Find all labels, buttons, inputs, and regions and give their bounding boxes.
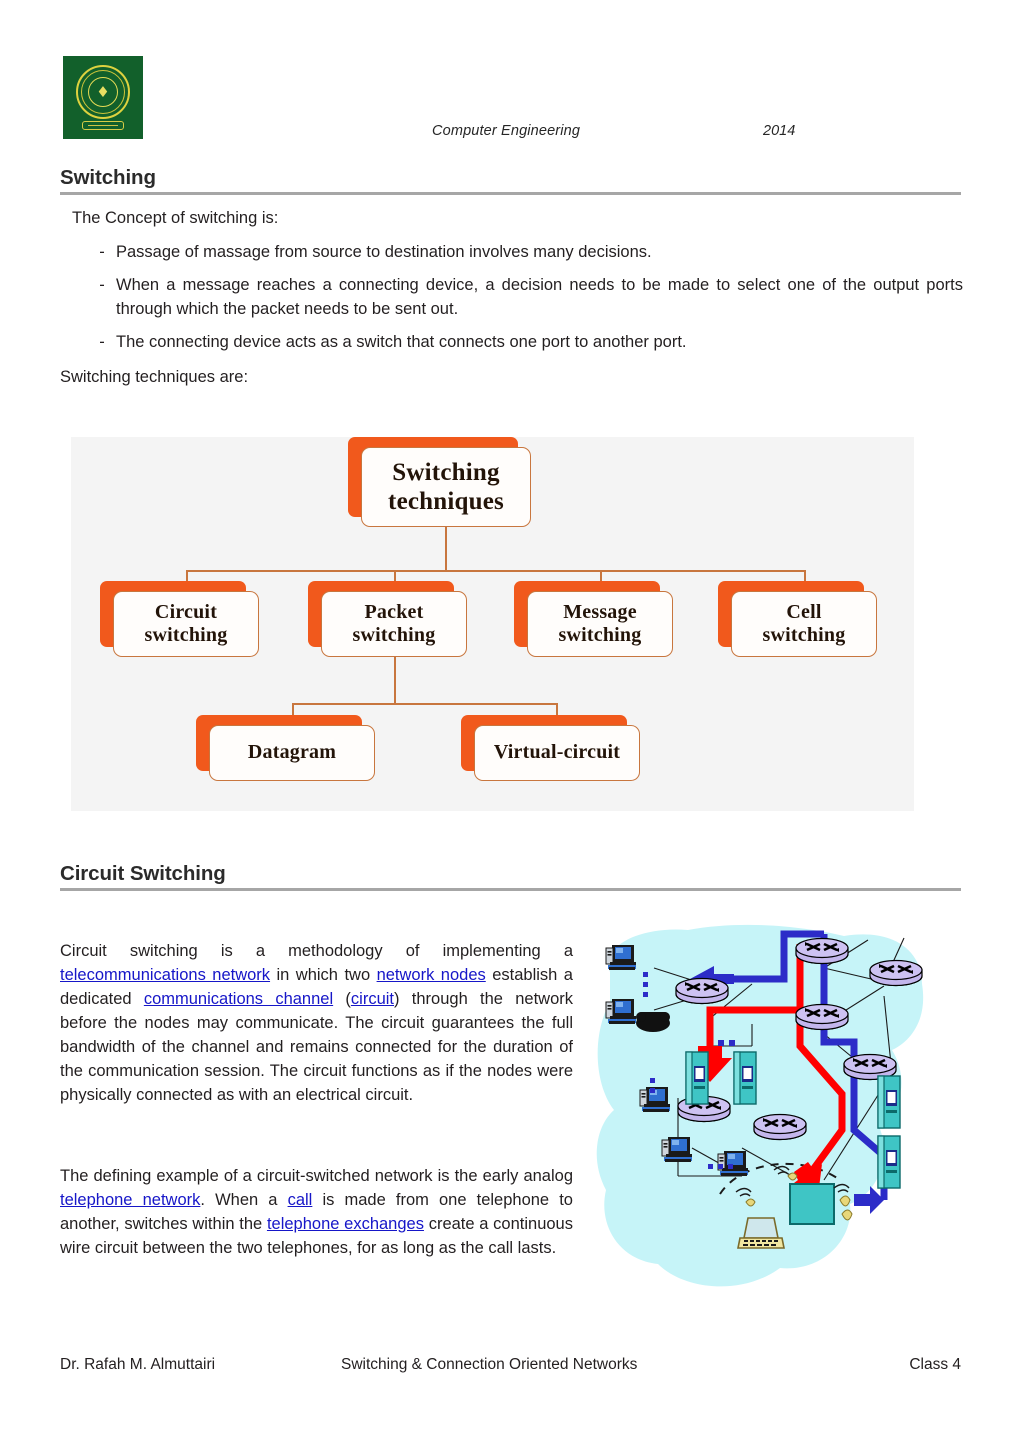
diagram-node-datagram: Datagram [196, 715, 375, 781]
node-face: Packet switching [321, 591, 467, 657]
switching-techniques-intro: Switching techniques are: [60, 368, 249, 386]
computer-node [605, 998, 637, 1025]
inline-link[interactable]: circuit [351, 990, 394, 1008]
footer-author: Dr. Rafah M. Almuttairi [60, 1356, 216, 1373]
computer-node [717, 1150, 749, 1177]
page-title: Switching [60, 166, 156, 189]
circuit-switched-network-figure [592, 924, 927, 1324]
node-face: Datagram [209, 725, 375, 781]
node-face: Message switching [527, 591, 673, 657]
header-course-name: Computer Engineering [432, 123, 581, 139]
inline-link[interactable]: telephone network [60, 1191, 200, 1209]
computer-node [605, 944, 637, 971]
inline-link[interactable]: network nodes [377, 966, 486, 984]
router-node [752, 1113, 808, 1141]
switching-lead-text: The Concept of switching is: [72, 209, 279, 227]
connector-level3-bus [292, 703, 557, 705]
switching-techniques-diagram: Switching techniques Circuit switching P… [71, 437, 914, 811]
node-label: Virtual-circuit [493, 741, 621, 764]
diagram-node-packet-switching: Packet switching [308, 581, 467, 657]
section-heading-circuit-switching: Circuit Switching [60, 862, 961, 891]
list-item-text: Passage of massage from source to destin… [116, 243, 652, 261]
circuit-switching-paragraph-1: Circuit switching is a methodology of im… [60, 942, 573, 1104]
bullet-marker: - [99, 276, 105, 294]
page-header: ♦ Computer Engineering 2014 [0, 0, 1020, 150]
computer-node [661, 1136, 693, 1163]
diagram-node-circuit-switching: Circuit switching [100, 581, 259, 657]
node-label: Packet switching [352, 600, 436, 646]
heading-rule [60, 192, 961, 195]
connector-level2-bus [186, 570, 806, 572]
node-face: Switching techniques [361, 447, 531, 527]
node-label: Switching techniques [388, 458, 504, 515]
list-item: - When a message reaches a connecting de… [60, 273, 965, 321]
diagram-node-message-switching: Message switching [514, 581, 673, 657]
switching-bullet-list: - Passage of massage from source to dest… [60, 240, 965, 363]
connector-root-down [445, 527, 447, 571]
router-node [674, 977, 730, 1005]
university-logo-icon: ♦ [63, 56, 143, 139]
bullet-marker: - [99, 333, 105, 351]
list-item: - Passage of massage from source to dest… [60, 240, 965, 264]
connector-packet-down [394, 657, 396, 704]
bullet-marker: - [99, 243, 105, 261]
list-item-text: When a message reaches a connecting devi… [116, 276, 963, 318]
heading-rule [60, 888, 961, 891]
inline-link[interactable]: telephone exchanges [267, 1215, 424, 1233]
diagram-node-virtual-circuit: Virtual-circuit [461, 715, 640, 781]
seal-emblem-icon: ♦ [96, 83, 110, 101]
inline-link[interactable]: communications channel [144, 990, 333, 1008]
node-face: Virtual-circuit [474, 725, 640, 781]
page-footer: Dr. Rafah M. Almuttairi Switching & Conn… [60, 1356, 961, 1378]
router-node [868, 959, 924, 987]
destination-node [789, 1183, 835, 1225]
list-item: - The connecting device acts as a switch… [60, 330, 965, 354]
router-node [794, 1003, 850, 1031]
node-label: Message switching [558, 600, 642, 646]
node-label: Cell switching [762, 600, 846, 646]
telephone-icon [636, 1012, 670, 1032]
server-node [877, 1135, 901, 1189]
seal-ribbon [82, 121, 124, 130]
header-year: 2014 [763, 123, 796, 139]
footer-class: Class 4 [909, 1356, 961, 1373]
server-node [877, 1075, 901, 1129]
diagram-node-switching-techniques: Switching techniques [348, 437, 531, 527]
list-item-text: The connecting device acts as a switch t… [116, 333, 687, 351]
footer-subject: Switching & Connection Oriented Networks [341, 1356, 638, 1373]
server-node [685, 1051, 709, 1105]
node-label: Datagram [247, 741, 337, 764]
inline-link[interactable]: telecommunications network [60, 966, 270, 984]
node-label: Circuit switching [144, 600, 228, 646]
circuit-switching-paragraph-2: The defining example of a circuit-switch… [60, 1167, 573, 1257]
server-node [733, 1051, 757, 1105]
document-page: ♦ Computer Engineering 2014 Switching Th… [0, 0, 1020, 1442]
section-heading-switching: Switching [60, 166, 961, 195]
diagram-node-cell-switching: Cell switching [718, 581, 877, 657]
node-face: Circuit switching [113, 591, 259, 657]
inline-link[interactable]: call [288, 1191, 313, 1209]
router-node [794, 937, 850, 965]
section-title: Circuit Switching [60, 862, 226, 885]
node-face: Cell switching [731, 591, 877, 657]
